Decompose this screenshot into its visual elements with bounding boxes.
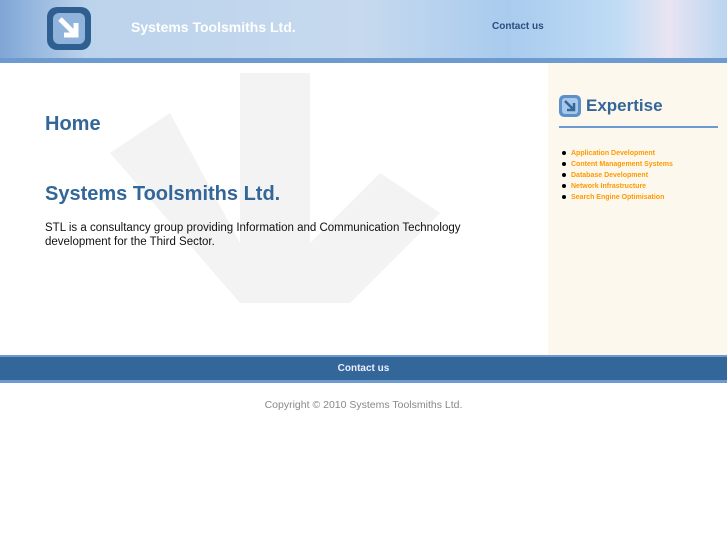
expertise-link[interactable]: Search Engine Optimisation [562,192,673,203]
contact-us-link[interactable]: Contact us [492,21,544,32]
expertise-link[interactable]: Application Development [562,148,673,159]
footer-contact-link[interactable]: Contact us [0,363,727,374]
sidebar-divider [559,126,718,128]
expertise-link[interactable]: Content Management Systems [562,159,673,170]
expertise-link[interactable]: Database Development [562,170,673,181]
section-title: Systems Toolsmiths Ltd. [45,183,281,205]
header-banner: Systems Toolsmiths Ltd. Contact us [0,0,727,58]
logo-arrow-icon[interactable] [47,7,91,50]
expertise-arrow-icon [559,95,581,117]
page-title: Home [45,113,101,135]
sidebar-title: Expertise [586,96,663,115]
site-title: Systems Toolsmiths Ltd. [131,19,296,35]
sidebar: Expertise Application Development Conten… [548,63,727,355]
copyright-text: Copyright © 2010 Systems Toolsmiths Ltd. [264,399,463,411]
expertise-link[interactable]: Network Infrastructure [562,181,673,192]
watermark-arrow-icon [110,73,440,303]
intro-text: STL is a consultancy group providing Inf… [45,222,461,248]
expertise-list: Application Development Content Manageme… [562,148,673,203]
main-content: Home Systems Toolsmiths Ltd. STL is a co… [0,63,548,355]
footer-bar: Contact us [0,355,727,383]
